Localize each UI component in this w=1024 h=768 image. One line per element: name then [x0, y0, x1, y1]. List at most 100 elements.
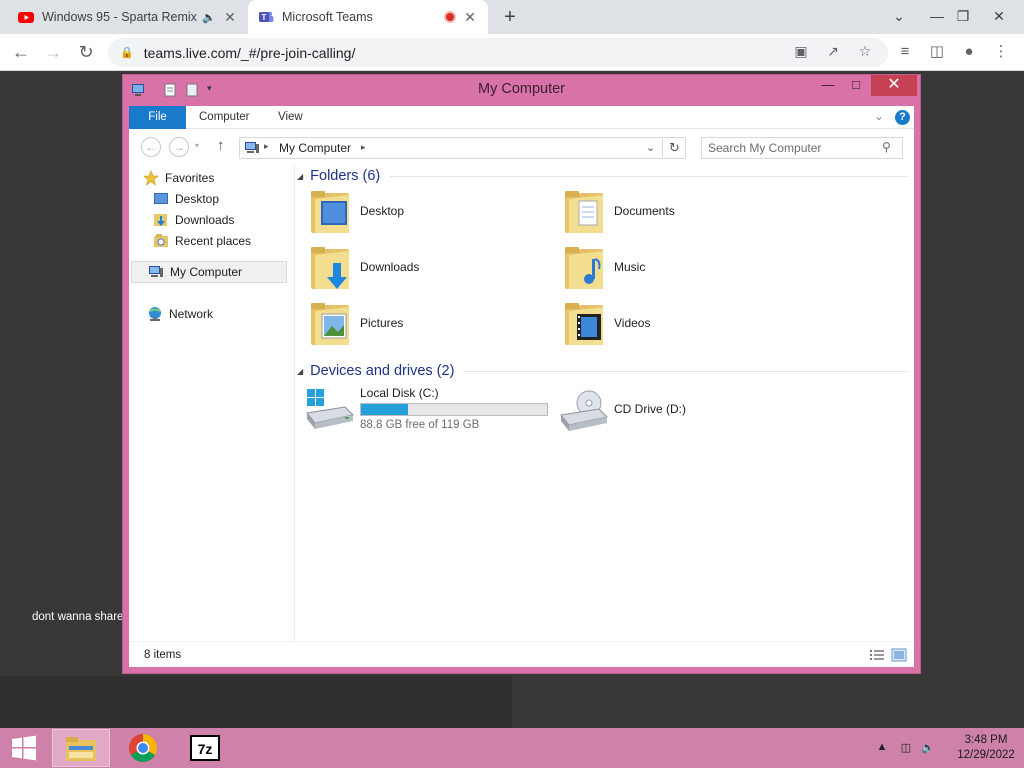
menu-kebab-icon[interactable]: ⋮ — [990, 41, 1012, 63]
drive-cd-d[interactable]: CD Drive (D:) — [555, 385, 805, 437]
collapse-triangle-icon[interactable]: ◢ — [297, 172, 303, 181]
tab-file[interactable]: File — [129, 106, 186, 129]
explorer-address-bar[interactable]: ▸ My Computer ▸ ⌄ — [239, 137, 663, 159]
refresh-icon[interactable]: ↻ — [664, 137, 686, 159]
restore-icon[interactable]: ❐ — [948, 4, 978, 28]
up-arrow-icon[interactable]: ↑ — [217, 137, 225, 154]
close-tab-icon[interactable]: ✕ — [462, 9, 478, 26]
drive-local-disk-c[interactable]: Local Disk (C:) 88.8 GB free of 119 GB — [301, 385, 551, 437]
profile-avatar-icon[interactable]: ● — [958, 41, 980, 63]
clock-time: 3:48 PM — [964, 734, 1008, 746]
folder-desktop[interactable]: Desktop — [299, 187, 549, 239]
large-icons-view-icon[interactable] — [891, 648, 907, 662]
pictures-folder-icon — [311, 303, 349, 345]
group-header-folders[interactable]: ◢ Folders (6) — [297, 166, 907, 186]
browser-tab-strip: Windows 95 - Sparta Remix 🔈 ✕ T Microsof… — [0, 0, 1024, 34]
show-hidden-icons-icon[interactable]: ▲ — [874, 741, 890, 755]
svg-text:7z: 7z — [198, 741, 213, 757]
screen-share-caption: dont wanna share — [32, 611, 124, 623]
close-window-icon[interactable]: ✕ — [984, 4, 1014, 28]
page-lower-panel — [0, 676, 512, 728]
breadcrumb-my-computer[interactable]: My Computer — [279, 141, 351, 155]
url-text: teams.live.com/_#/pre-join-calling/ — [143, 44, 356, 61]
details-view-icon[interactable] — [869, 648, 885, 662]
address-bar[interactable]: 🔒 teams.live.com/_#/pre-join-calling/ — [108, 38, 888, 67]
record-icon — [444, 11, 456, 23]
nav-item-downloads[interactable]: Downloads — [153, 209, 311, 231]
breadcrumb-arrow-icon[interactable]: ▸ — [361, 142, 366, 153]
nav-item-my-computer[interactable]: My Computer — [131, 261, 287, 283]
nav-item-network[interactable]: Network — [147, 303, 305, 325]
nav-item-label: My Computer — [170, 265, 243, 279]
music-folder-icon — [565, 247, 603, 289]
taskbar: 7z ▲ ◫ 🔈 3:48 PM 12/29/2022 — [0, 728, 1024, 768]
minimize-button[interactable]: — — [817, 75, 839, 96]
folder-documents[interactable]: Documents — [553, 187, 803, 239]
teams-icon: T — [259, 11, 274, 22]
drive-name: Local Disk (C:) — [360, 386, 439, 400]
tab-search-chevron-icon[interactable]: ⌄ — [884, 4, 914, 28]
breadcrumb-arrow-icon[interactable]: ▸ — [264, 141, 269, 152]
nav-item-label: Desktop — [175, 192, 220, 206]
windows-logo-icon — [12, 735, 36, 761]
address-dropdown-chevron-icon[interactable]: ⌄ — [646, 141, 655, 154]
item-count: 8 items — [144, 649, 182, 661]
search-input[interactable] — [708, 138, 884, 158]
close-button[interactable]: ✕ — [871, 75, 917, 96]
reading-list-icon[interactable]: ≡ — [894, 41, 916, 63]
collapse-triangle-icon[interactable]: ◢ — [297, 367, 303, 376]
folder-videos[interactable]: Videos — [553, 299, 803, 351]
explorer-title-bar[interactable]: ▾ My Computer — □ ✕ — [123, 75, 920, 103]
maximize-button[interactable]: □ — [843, 75, 869, 96]
tab-microsoft-teams[interactable]: T Microsoft Teams ✕ — [248, 0, 488, 34]
side-panel-icon[interactable]: ◫ — [926, 41, 948, 63]
help-icon[interactable]: ? — [895, 110, 910, 125]
start-button[interactable] — [0, 728, 48, 768]
nav-item-recent-places[interactable]: Recent places — [153, 230, 311, 252]
folder-downloads[interactable]: Downloads — [299, 243, 549, 295]
back-arrow-icon[interactable]: ← — [8, 39, 34, 65]
nav-item-desktop[interactable]: Desktop — [153, 188, 311, 210]
new-tab-button[interactable]: + — [498, 4, 522, 30]
close-tab-icon[interactable]: ✕ — [222, 9, 238, 26]
folder-pictures[interactable]: Pictures — [299, 299, 549, 351]
svg-text:T: T — [262, 13, 267, 22]
tab-view[interactable]: View — [266, 106, 315, 129]
folder-name: Music — [614, 260, 646, 274]
web-page-content: dont wanna share ▾ My Computer — □ ✕ Fil… — [0, 71, 1024, 728]
downloads-folder-icon — [311, 247, 349, 289]
recent-locations-chevron-icon[interactable]: ▾ — [195, 141, 199, 150]
group-header-devices[interactable]: ◢ Devices and drives (2) — [297, 361, 907, 381]
search-icon[interactable]: ⚲ — [882, 140, 891, 154]
nav-favorites[interactable]: Favorites — [143, 167, 301, 189]
chrome-icon — [129, 734, 157, 762]
volume-icon[interactable]: 🔈 — [920, 741, 936, 755]
search-box[interactable]: ⚲ — [701, 137, 903, 159]
status-bar: 8 items — [129, 641, 914, 667]
taskbar-7zip[interactable]: 7z — [176, 729, 234, 767]
tab-windows-95-sparta-remix[interactable]: Windows 95 - Sparta Remix 🔈 ✕ — [8, 0, 248, 34]
clock-date: 12/29/2022 — [957, 749, 1015, 761]
hard-drive-icon — [306, 389, 355, 429]
share-icon[interactable]: ↗ — [822, 40, 844, 62]
expand-ribbon-chevron-icon[interactable]: ⌄ — [874, 109, 884, 123]
speaker-icon[interactable]: 🔈 — [202, 11, 216, 24]
tab-computer[interactable]: Computer — [187, 106, 262, 129]
clock[interactable]: 3:48 PM 12/29/2022 — [952, 733, 1020, 763]
back-button[interactable]: ← — [141, 137, 161, 157]
taskbar-chrome[interactable] — [114, 729, 172, 767]
star-icon — [143, 170, 159, 186]
content-pane: ◢ Folders (6) Desktop Documents Download… — [295, 165, 914, 641]
folder-name: Pictures — [360, 316, 404, 330]
reload-icon[interactable]: ↻ — [73, 39, 99, 65]
camera-icon[interactable]: ▣ — [790, 40, 812, 62]
folder-music[interactable]: Music — [553, 243, 803, 295]
network-tray-icon[interactable]: ◫ — [898, 741, 914, 755]
tab-title: Microsoft Teams — [282, 10, 373, 24]
forward-arrow-icon[interactable]: → — [40, 39, 66, 65]
youtube-icon — [18, 12, 34, 23]
bookmark-star-icon[interactable]: ☆ — [854, 40, 876, 62]
taskbar-file-explorer[interactable] — [52, 729, 110, 767]
forward-button[interactable]: → — [169, 137, 189, 157]
cd-drive-icon — [560, 390, 609, 431]
